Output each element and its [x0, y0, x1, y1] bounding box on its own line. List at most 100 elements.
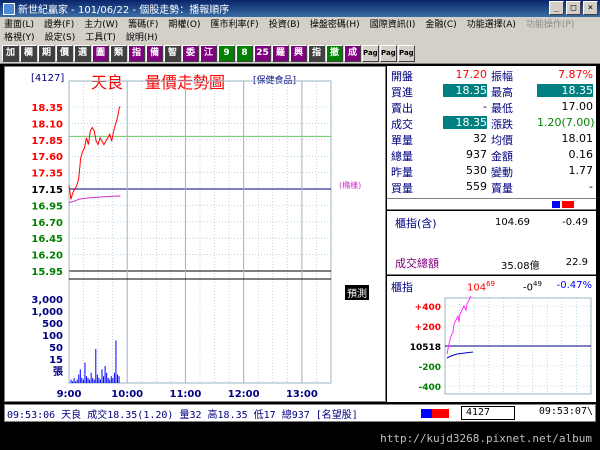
menu-bar-row1: 畫面(L) 證券(F) 主力(W) 籌碼(F) 期權(O) 匯市利率(F) 投資… [0, 17, 600, 30]
tb-page2-button[interactable]: Page [380, 44, 397, 62]
y-tick-label: 16.45 [31, 234, 63, 245]
quote-row: 總量 937 金額 0.16 [387, 148, 596, 164]
tb-order-button[interactable]: 委 [182, 44, 199, 62]
quote-label: 金額 [491, 150, 513, 163]
quote-value: 18.01 [561, 132, 594, 145]
status-bar: 09:53:06 天良 成交18.35(1.20) 量32 高18.35 低17… [4, 404, 596, 422]
otc-index-label: 櫃指(含) [395, 217, 437, 230]
tb-deal-button[interactable]: 成 [344, 44, 361, 62]
mini-y-label: -200 [418, 363, 441, 373]
tb-25-button[interactable]: 25 [254, 44, 271, 62]
menu-main-force[interactable]: 主力(W) [84, 17, 118, 30]
quote-label: 總量 [391, 150, 413, 163]
quote-value: 7.87% [558, 68, 593, 81]
x-tick-label: 10:00 [111, 389, 143, 400]
tb-xing-button[interactable]: 興 [290, 44, 307, 62]
menu-settings[interactable]: 設定(S) [45, 30, 76, 43]
status-color-bar [421, 409, 449, 418]
volume-tick-label: 100 [42, 331, 63, 342]
turnover-change: 22.9 [565, 257, 588, 268]
maximize-button[interactable]: □ [566, 1, 581, 15]
mini-chart-svg: +400 +200 10518 -200 -400 [410, 295, 592, 395]
title-bar: 新世紀贏家 - 101/06/22 - 個股走勢：播報順序 _ □ × [0, 0, 600, 17]
quote-label: 買量 [391, 182, 413, 195]
main-chart-svg: 18.35 18.10 17.85 17.60 17.35 17.15 16.95 16.70… [31, 80, 332, 400]
menu-invest[interactable]: 投資(B) [269, 17, 300, 30]
y-tick-label: 17.60 [31, 152, 63, 163]
quote-value: 18.35 [443, 84, 487, 97]
menu-trade-code[interactable]: 操盤密碼(H) [310, 17, 360, 30]
menu-tools[interactable]: 工具(T) [85, 30, 116, 43]
menu-securities[interactable]: 證券(F) [44, 17, 74, 30]
tb-9-button[interactable]: 9 [218, 44, 235, 62]
quote-value: 1.77 [568, 164, 594, 177]
close-button[interactable]: × [583, 1, 598, 15]
quote-row: 昨量 530 變動 1.77 [387, 164, 596, 180]
tb-page3-button[interactable]: Page [398, 44, 415, 62]
tb-pointer-button[interactable]: 指 [308, 44, 325, 62]
quote-value: 559 [466, 180, 487, 193]
tb-index-button[interactable]: 指 [128, 44, 145, 62]
mini-change: -049 [523, 280, 542, 294]
tb-page1-button[interactable]: Page [362, 44, 379, 62]
volume-tick-label: 500 [42, 319, 63, 330]
tb-price-button[interactable]: 價 [56, 44, 73, 62]
y-tick-label: 17.35 [31, 169, 63, 180]
otc-mini-chart[interactable]: 櫃指 10469 -049 -0.47% +400 +200 10518 -200 -4… [387, 276, 596, 402]
minimize-button[interactable]: _ [549, 1, 564, 15]
quote-label: 賣出 [391, 102, 413, 115]
y-tick-label: 18.35 [31, 103, 63, 114]
quote-row: 買進 18.35 最高 18.35 [387, 84, 596, 100]
tb-chart-button[interactable]: 圖 [92, 44, 109, 62]
turnover-label: 成交總額 [395, 257, 439, 270]
tb-select-button[interactable]: 選 [74, 44, 91, 62]
quote-value: - [589, 180, 593, 193]
quote-row: 賣出 - 最低 17.00 [387, 100, 596, 116]
tb-smart-button[interactable]: 智 [164, 44, 181, 62]
quote-label: 成交 [391, 118, 413, 131]
volume-tick-label: 3,000 [31, 295, 63, 306]
menu-options[interactable]: 期權(O) [168, 17, 200, 30]
clock: 09:53:07\ [538, 406, 593, 417]
code-input[interactable]: 4127 [461, 406, 515, 420]
mini-y-label: +400 [415, 303, 441, 313]
quote-label: 最高 [491, 86, 513, 99]
bid-marker [552, 201, 560, 208]
tb-8-button[interactable]: 8 [236, 44, 253, 62]
y-tick-label: 18.10 [31, 119, 63, 130]
tb-column-button[interactable]: 欄 [20, 44, 37, 62]
quote-value: 0.16 [568, 148, 594, 161]
quote-row: 開盤 17.20 振幅 7.87% [387, 68, 596, 84]
menu-finance[interactable]: 金融(C) [425, 17, 456, 30]
tb-add-button[interactable]: 加 [2, 44, 19, 62]
tb-futures-button[interactable]: 期 [38, 44, 55, 62]
menu-screen[interactable]: 畫面(L) [4, 17, 34, 30]
quote-label: 變動 [491, 166, 513, 179]
quote-label: 賣量 [491, 182, 513, 195]
menu-chips[interactable]: 籌碼(F) [128, 17, 158, 30]
menu-help[interactable]: 說明(H) [126, 30, 158, 43]
mini-label: 櫃指 [391, 281, 413, 294]
tb-memo-button[interactable]: 備 [146, 44, 163, 62]
index-box: 櫃指(含) 104.69 -0.49 成交總額 35.08億 22.9 [387, 211, 596, 275]
x-tick-label: 11:00 [170, 389, 202, 400]
tb-luo-button[interactable]: 羅 [272, 44, 289, 62]
mini-index-line [446, 295, 472, 355]
price-volume-chart[interactable]: [4127] 天良 量價走勢圖 [保健食品] (橢樣) 預測 18.35 18.1… [4, 66, 386, 402]
menu-intl-info[interactable]: 國際資訊(I) [370, 17, 416, 30]
y-tick-label: 16.70 [31, 218, 63, 229]
volume-tick-label: 張 [53, 366, 64, 378]
toolbar: 加 欄 期 價 選 圖 類 指 備 智 委 江 9 8 25 羅 興 指 撤 成… [0, 43, 600, 64]
status-text: 09:53:06 天良 成交18.35(1.20) 量32 高18.35 低17… [7, 409, 358, 421]
y-tick-label: 17.85 [31, 136, 63, 147]
mini-y-label: -400 [418, 383, 441, 393]
tb-cancel-button[interactable]: 撤 [326, 44, 343, 62]
menu-function-select[interactable]: 功能選擇(A) [467, 17, 516, 30]
tb-category-button[interactable]: 類 [110, 44, 127, 62]
quote-row: 買量 559 賣量 - [387, 180, 596, 196]
tb-jiang-button[interactable]: 江 [200, 44, 217, 62]
menu-forex[interactable]: 匯市利率(F) [210, 17, 258, 30]
x-tick-label: 12:00 [228, 389, 260, 400]
menu-function-op[interactable]: 功能操作(P) [526, 17, 574, 30]
menu-view[interactable]: 格視(Y) [4, 30, 35, 43]
